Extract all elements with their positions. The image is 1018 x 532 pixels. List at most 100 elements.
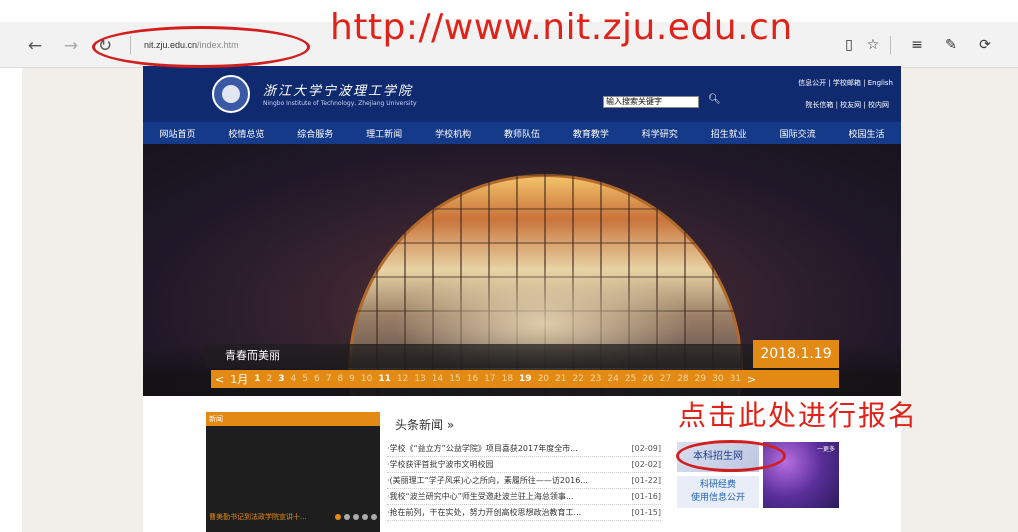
headline-list: ·学校《“益立方”公益学院》项目喜获2017年度全市... [02-09] ·学校获…: [387, 441, 661, 521]
day-item[interactable]: 15: [449, 374, 460, 384]
headline-text[interactable]: ·学校获评首批宁波市文明校园: [387, 457, 619, 473]
day-item[interactable]: 20: [538, 374, 549, 384]
website: 浙江大学宁波理工学院 Ningbo Institute of Technolog…: [143, 66, 901, 532]
carousel-dot[interactable]: [335, 514, 341, 520]
day-item[interactable]: 14: [432, 374, 443, 384]
nav-item[interactable]: 校园生活: [849, 127, 885, 140]
nav-item[interactable]: 学校机构: [435, 127, 471, 140]
site-header: 浙江大学宁波理工学院 Ningbo Institute of Technolog…: [143, 66, 901, 122]
nav-item[interactable]: 校情总览: [228, 127, 264, 140]
list-item[interactable]: ·我校“波兰研究中心”师生受邀赴波兰驻上海总领事... [01-16]: [387, 489, 661, 505]
headline-text[interactable]: ·抢在前列，干在实处，努力开创高校思想政治教育工...: [387, 505, 619, 521]
headline-text[interactable]: ·学校《“益立方”公益学院》项目喜获2017年度全市...: [387, 441, 619, 457]
day-item[interactable]: 21: [555, 374, 566, 384]
next-arrow-icon[interactable]: >: [747, 373, 756, 386]
day-item[interactable]: 6: [314, 374, 320, 384]
logo-chinese[interactable]: 浙江大学宁波理工学院: [263, 80, 413, 99]
day-item[interactable]: 2: [266, 374, 272, 384]
forward-icon[interactable]: →: [60, 35, 82, 57]
top-links-secondary[interactable]: 院长信箱 | 校友网 | 校内网: [805, 100, 889, 110]
day-item[interactable]: 1: [254, 374, 260, 384]
funding-line1: 科研经费: [699, 480, 736, 490]
headline-date: [02-09]: [631, 444, 662, 453]
share-icon[interactable]: ⟳: [974, 34, 996, 56]
toolbar-divider: [890, 36, 891, 54]
month-label: 1月: [230, 373, 249, 386]
hero-date: 2018.1.19: [753, 340, 839, 368]
favorite-star-icon[interactable]: ☆: [862, 34, 884, 56]
headline-date: [02-02]: [631, 460, 662, 469]
headline-text[interactable]: ·我校“波兰研究中心”师生受邀赴波兰驻上海总领事...: [387, 489, 619, 505]
logo-english: Ningbo Institute of Technology, Zhejiang…: [263, 100, 417, 107]
url-annotation: http://www.nit.zju.edu.cn: [330, 7, 793, 48]
prev-arrow-icon[interactable]: <: [215, 373, 224, 386]
search-input[interactable]: 输入搜索关键字: [603, 96, 699, 108]
top-links[interactable]: 信息公开 | 学校邮箱 | English: [798, 78, 893, 88]
day-item[interactable]: 7: [326, 374, 332, 384]
nav-item[interactable]: 教育教学: [573, 127, 609, 140]
carousel-dot[interactable]: [353, 514, 359, 520]
headline-date: [01-16]: [631, 492, 662, 501]
day-item[interactable]: 29: [695, 374, 706, 384]
day-item[interactable]: 30: [712, 374, 723, 384]
day-item[interactable]: 11: [378, 374, 391, 384]
day-item[interactable]: 13: [414, 374, 425, 384]
photo-news-caption[interactable]: 曹美勤书记到法政学院宣讲十...: [209, 512, 307, 522]
nav-item[interactable]: 理工新闻: [366, 127, 402, 140]
more-link[interactable]: 一更多: [817, 444, 835, 453]
funding-line2: 使用信息公开: [690, 493, 745, 503]
hub-icon[interactable]: ≡: [906, 34, 928, 56]
day-item[interactable]: 28: [677, 374, 688, 384]
carousel-dot[interactable]: [344, 514, 350, 520]
day-item[interactable]: 19: [519, 374, 532, 384]
day-item[interactable]: 9: [349, 374, 355, 384]
url-highlight-ellipse: [92, 26, 310, 68]
funding-banner[interactable]: 科研经费 使用信息公开: [677, 476, 759, 508]
school-emblem-icon[interactable]: [212, 75, 250, 113]
day-item[interactable]: 23: [590, 374, 601, 384]
register-annotation: 点击此处进行报名: [678, 399, 919, 432]
carousel-dot[interactable]: [362, 514, 368, 520]
news-tag: 新闻: [209, 415, 223, 423]
list-item[interactable]: ·抢在前列，干在实处，努力开创高校思想政治教育工... [01-15]: [387, 505, 661, 521]
register-highlight-ellipse: [676, 440, 786, 472]
day-item[interactable]: 12: [397, 374, 408, 384]
headline-date: [01-15]: [631, 508, 662, 517]
main-nav: 网站首页 校情总览 综合服务 理工新闻 学校机构 教师队伍 教育教学 科学研究 招生就业 国际交流…: [143, 122, 901, 144]
list-item[interactable]: ·学校获评首批宁波市文明校园 [02-02]: [387, 457, 661, 473]
day-item[interactable]: 31: [730, 374, 741, 384]
nav-item[interactable]: 教师队伍: [504, 127, 540, 140]
day-item[interactable]: 26: [642, 374, 653, 384]
day-item[interactable]: 16: [467, 374, 478, 384]
day-item[interactable]: 4: [290, 374, 296, 384]
carousel-dots: [335, 514, 377, 520]
reading-view-icon[interactable]: ▯: [838, 34, 860, 56]
day-item[interactable]: 8: [337, 374, 343, 384]
day-item[interactable]: 27: [660, 374, 671, 384]
headline-title[interactable]: 头条新闻 »: [395, 416, 454, 433]
nav-item[interactable]: 综合服务: [297, 127, 333, 140]
notes-icon[interactable]: ✎: [940, 34, 962, 56]
search-icon[interactable]: 🔍︎: [708, 94, 721, 105]
list-item[interactable]: ·学校《“益立方”公益学院》项目喜获2017年度全市... [02-09]: [387, 441, 661, 457]
date-selector: <1月 1 2 3 4 5 6 7 8 9 10 11 12 13 14 15 16 17 18 19 20 21 22 23…: [211, 370, 839, 388]
hero-caption: 青春而美丽: [205, 344, 753, 368]
day-item[interactable]: 10: [361, 374, 372, 384]
carousel-dot[interactable]: [371, 514, 377, 520]
nav-item[interactable]: 国际交流: [780, 127, 816, 140]
day-item[interactable]: 3: [278, 374, 284, 384]
back-icon[interactable]: ←: [24, 35, 46, 57]
list-item[interactable]: ·(美丽理工“学子风采)心之所向，素履所往——访2016... [01-22]: [387, 473, 661, 489]
day-item[interactable]: 17: [484, 374, 495, 384]
day-item[interactable]: 18: [502, 374, 513, 384]
day-item[interactable]: 5: [302, 374, 308, 384]
headline-text[interactable]: ·(美丽理工“学子风采)心之所向，素履所往——访2016...: [387, 473, 619, 489]
day-item[interactable]: 25: [625, 374, 636, 384]
day-item[interactable]: 24: [607, 374, 618, 384]
nav-item[interactable]: 科学研究: [642, 127, 678, 140]
hero-banner[interactable]: 青春而美丽 2018.1.19 <1月 1 2 3 4 5 6 7 8 9 10 11 12 13 14 15…: [143, 144, 901, 396]
day-item[interactable]: 22: [572, 374, 583, 384]
headline-date: [01-22]: [631, 476, 662, 485]
nav-item[interactable]: 招生就业: [711, 127, 747, 140]
nav-item[interactable]: 网站首页: [159, 127, 195, 140]
